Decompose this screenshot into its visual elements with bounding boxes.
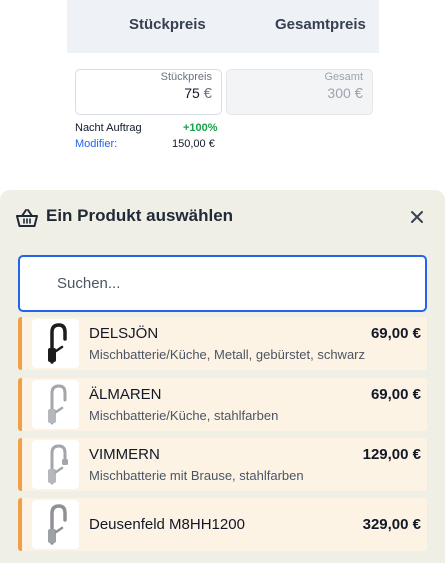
faucet-icon bbox=[48, 384, 67, 425]
pricing-table-header: Stückpreis Gesamtpreis bbox=[67, 0, 379, 53]
currency-symbol: € bbox=[203, 85, 212, 102]
product-thumbnail bbox=[32, 500, 79, 549]
product-description: Mischbatterie mit Brause, stahlfarben bbox=[89, 468, 304, 483]
product-price: 129,00 € bbox=[362, 446, 421, 463]
picker-title: Ein Produkt auswählen bbox=[46, 206, 234, 225]
faucet-icon bbox=[48, 504, 67, 545]
faucet-icon bbox=[48, 323, 67, 364]
product-price: 69,00 € bbox=[370, 386, 421, 403]
product-name: VIMMERN bbox=[89, 446, 160, 463]
product-thumbnail bbox=[32, 440, 79, 489]
currency-symbol: € bbox=[354, 85, 363, 102]
night-order-label: Nacht Auftrag bbox=[75, 122, 142, 134]
basket-icon bbox=[16, 209, 38, 227]
product-thumbnail bbox=[32, 380, 79, 429]
column-header-total-price: Gesamtpreis bbox=[275, 16, 366, 33]
product-thumbnail bbox=[32, 319, 79, 368]
modifier-label: Modifier: bbox=[75, 138, 118, 150]
product-name: ÄLMAREN bbox=[89, 386, 162, 403]
total-price-value: 300 € bbox=[327, 85, 363, 102]
product-item-aelmaren[interactable]: ÄLMAREN Mischbatterie/Küche, stahlfarben… bbox=[18, 378, 427, 431]
unit-price-field[interactable]: Stückpreis 75 € bbox=[75, 69, 222, 115]
product-description: Mischbatterie/Küche, Metall, gebürstet, … bbox=[89, 347, 366, 362]
product-picker-panel: Ein Produkt auswählen DELSJÖN Mischbatte… bbox=[0, 190, 445, 563]
faucet-icon bbox=[48, 444, 68, 485]
total-price-field-label: Gesamt bbox=[324, 71, 363, 83]
product-item-delsjoen[interactable]: DELSJÖN Mischbatterie/Küche, Metall, geb… bbox=[18, 317, 427, 370]
pricing-card: Stückpreis Gesamtpreis Stückpreis 75 € G… bbox=[67, 0, 379, 160]
modifier-value: 150,00 € bbox=[172, 138, 215, 150]
unit-price-value[interactable]: 75 € bbox=[184, 85, 212, 102]
product-description: Mischbatterie/Küche, stahlfarben bbox=[89, 408, 279, 423]
night-order-surcharge: +100% bbox=[183, 122, 218, 134]
column-header-unit-price: Stückpreis bbox=[129, 16, 206, 33]
total-price-field: Gesamt 300 € bbox=[226, 69, 373, 115]
product-price: 329,00 € bbox=[362, 516, 421, 533]
close-icon[interactable] bbox=[409, 209, 425, 225]
search-input[interactable] bbox=[18, 255, 427, 312]
unit-price-field-label: Stückpreis bbox=[160, 71, 212, 83]
product-item-deusenfeld[interactable]: Deusenfeld M8HH1200 329,00 € bbox=[18, 498, 427, 551]
product-item-vimmern[interactable]: VIMMERN Mischbatterie mit Brause, stahlf… bbox=[18, 438, 427, 491]
product-price: 69,00 € bbox=[370, 325, 421, 342]
product-name: DELSJÖN bbox=[89, 325, 159, 342]
product-name: Deusenfeld M8HH1200 bbox=[89, 516, 245, 533]
